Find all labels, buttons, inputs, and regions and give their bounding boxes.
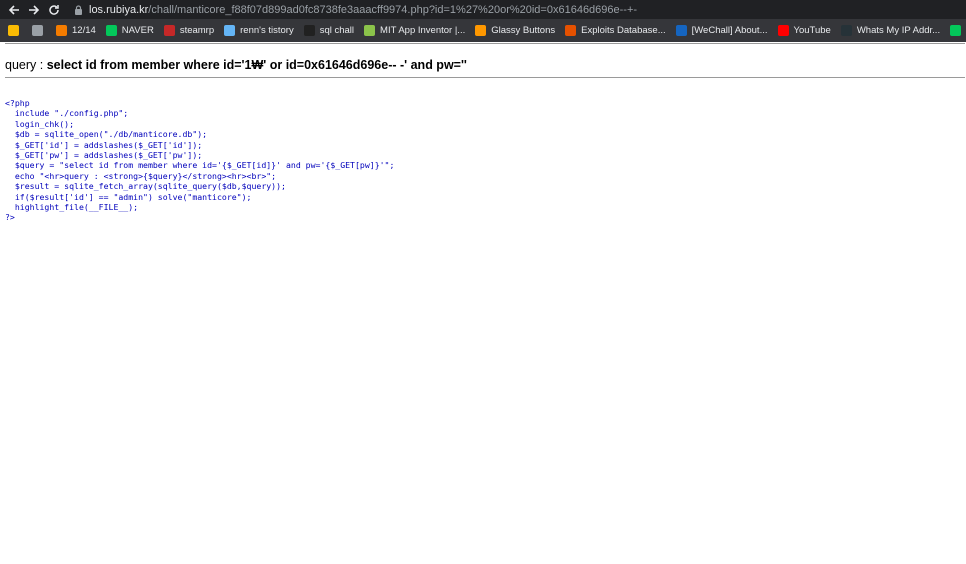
bookmark-label: Whats My IP Addr... xyxy=(856,25,941,36)
arrow-right-icon xyxy=(29,4,40,15)
browser-toolbar: los.rubiya.kr/chall/manticore_f88f07d899… xyxy=(0,0,966,19)
blogger-icon xyxy=(56,25,67,36)
naver-icon xyxy=(950,25,962,36)
arrow-left-icon xyxy=(8,4,19,15)
bookmark-item[interactable] xyxy=(32,25,48,36)
bookmark-label: 12/14 xyxy=(72,25,96,36)
bookmark-item[interactable]: Exploits Database... xyxy=(565,25,666,36)
reading-list-icon xyxy=(32,25,43,36)
code-line: echo "<hr>query : <strong>{$query}</stro… xyxy=(5,170,277,181)
bookmark-item[interactable]: 12/14 xyxy=(56,25,96,36)
bookmark-label: Glassy Buttons xyxy=(491,25,556,36)
bookmark-label: MIT App Inventor |... xyxy=(380,25,466,36)
bookmark-item[interactable]: MIT App Inventor |... xyxy=(364,25,465,36)
exploitdb-icon xyxy=(565,25,577,36)
bookmark-label: steamrp xyxy=(179,25,215,36)
glassy-icon xyxy=(475,25,487,36)
code-line: ?> xyxy=(5,212,15,223)
query-output: query : select id from member where id='… xyxy=(5,58,467,72)
naver-icon xyxy=(105,25,117,36)
bookmark-item[interactable]: Whats My IP Addr... xyxy=(840,25,941,36)
source-code: <?php include "./config.php"; login_chk(… xyxy=(5,98,394,223)
query-value: select id from member where id='1₩' or i… xyxy=(46,58,467,72)
bookmark-item[interactable]: renn's tistory xyxy=(224,25,294,36)
code-line: $query = "select id from member where id… xyxy=(5,160,395,171)
query-label: query : xyxy=(5,58,47,72)
bookmarks-bar: 12/14 NAVER steamrp renn's tistory sql chall… xyxy=(0,19,966,42)
code-line: $db = sqlite_open("./db/manticore.db"); xyxy=(5,129,208,140)
lock-icon xyxy=(75,4,82,15)
tistory-icon xyxy=(224,25,236,36)
bookmark-label: renn's tistory xyxy=(240,25,294,36)
bookmark-item[interactable]: sql chall xyxy=(303,25,355,36)
bookmark-item[interactable]: [WeChall] About... xyxy=(675,25,768,36)
forward-button[interactable] xyxy=(24,0,44,19)
page-content: query : select id from member where id='… xyxy=(0,42,966,564)
code-line: include "./config.php"; xyxy=(5,108,129,119)
code-line: <?php xyxy=(5,98,30,108)
bottom-divider xyxy=(5,77,965,78)
wechall-icon xyxy=(675,25,687,36)
code-line: if($result['id'] == "admin") solve("mant… xyxy=(5,191,252,202)
bookmark-item[interactable]: NAVER xyxy=(105,25,154,36)
code-line: $_GET['pw'] = addslashes($_GET['pw']); xyxy=(5,150,203,161)
bookmark-item[interactable]: steamrp xyxy=(163,25,215,36)
code-line: highlight_file(__FILE__); xyxy=(5,202,139,213)
bookmark-item[interactable] xyxy=(8,25,24,36)
z-icon xyxy=(303,25,315,36)
ip-icon xyxy=(840,25,852,36)
youtube-icon xyxy=(777,25,789,36)
steamrp-icon xyxy=(163,25,175,36)
bookmark-label: NAVER xyxy=(121,25,154,36)
bookmark-label: sql chall xyxy=(319,25,355,36)
code-line: $_GET['id'] = addslashes($_GET['id']); xyxy=(5,139,203,150)
app-inventor-icon xyxy=(364,25,376,36)
bookmark-label: [WeChall] About... xyxy=(691,25,768,36)
address-bar[interactable]: los.rubiya.kr/chall/manticore_f88f07d899… xyxy=(74,0,966,19)
bookmark-item[interactable]: NAVER xyxy=(950,25,966,36)
reload-icon xyxy=(49,4,59,15)
bookmark-label: Exploits Database... xyxy=(581,25,666,36)
url-host: los.rubiya.kr xyxy=(89,3,149,16)
top-divider xyxy=(5,43,965,44)
code-line: $result = sqlite_fetch_array(sqlite_quer… xyxy=(5,181,286,192)
bookmark-item[interactable]: YouTube xyxy=(777,25,831,36)
url-path: /chall/manticore_f88f07d899ad0fc8738fe3a… xyxy=(148,3,638,16)
code-line: login_chk(); xyxy=(5,118,75,129)
reload-button[interactable] xyxy=(44,0,64,19)
bookmark-item[interactable]: Glassy Buttons xyxy=(475,25,555,36)
bookmark-label: YouTube xyxy=(793,25,831,36)
back-button[interactable] xyxy=(4,0,24,19)
apps-grid-icon xyxy=(8,25,19,36)
